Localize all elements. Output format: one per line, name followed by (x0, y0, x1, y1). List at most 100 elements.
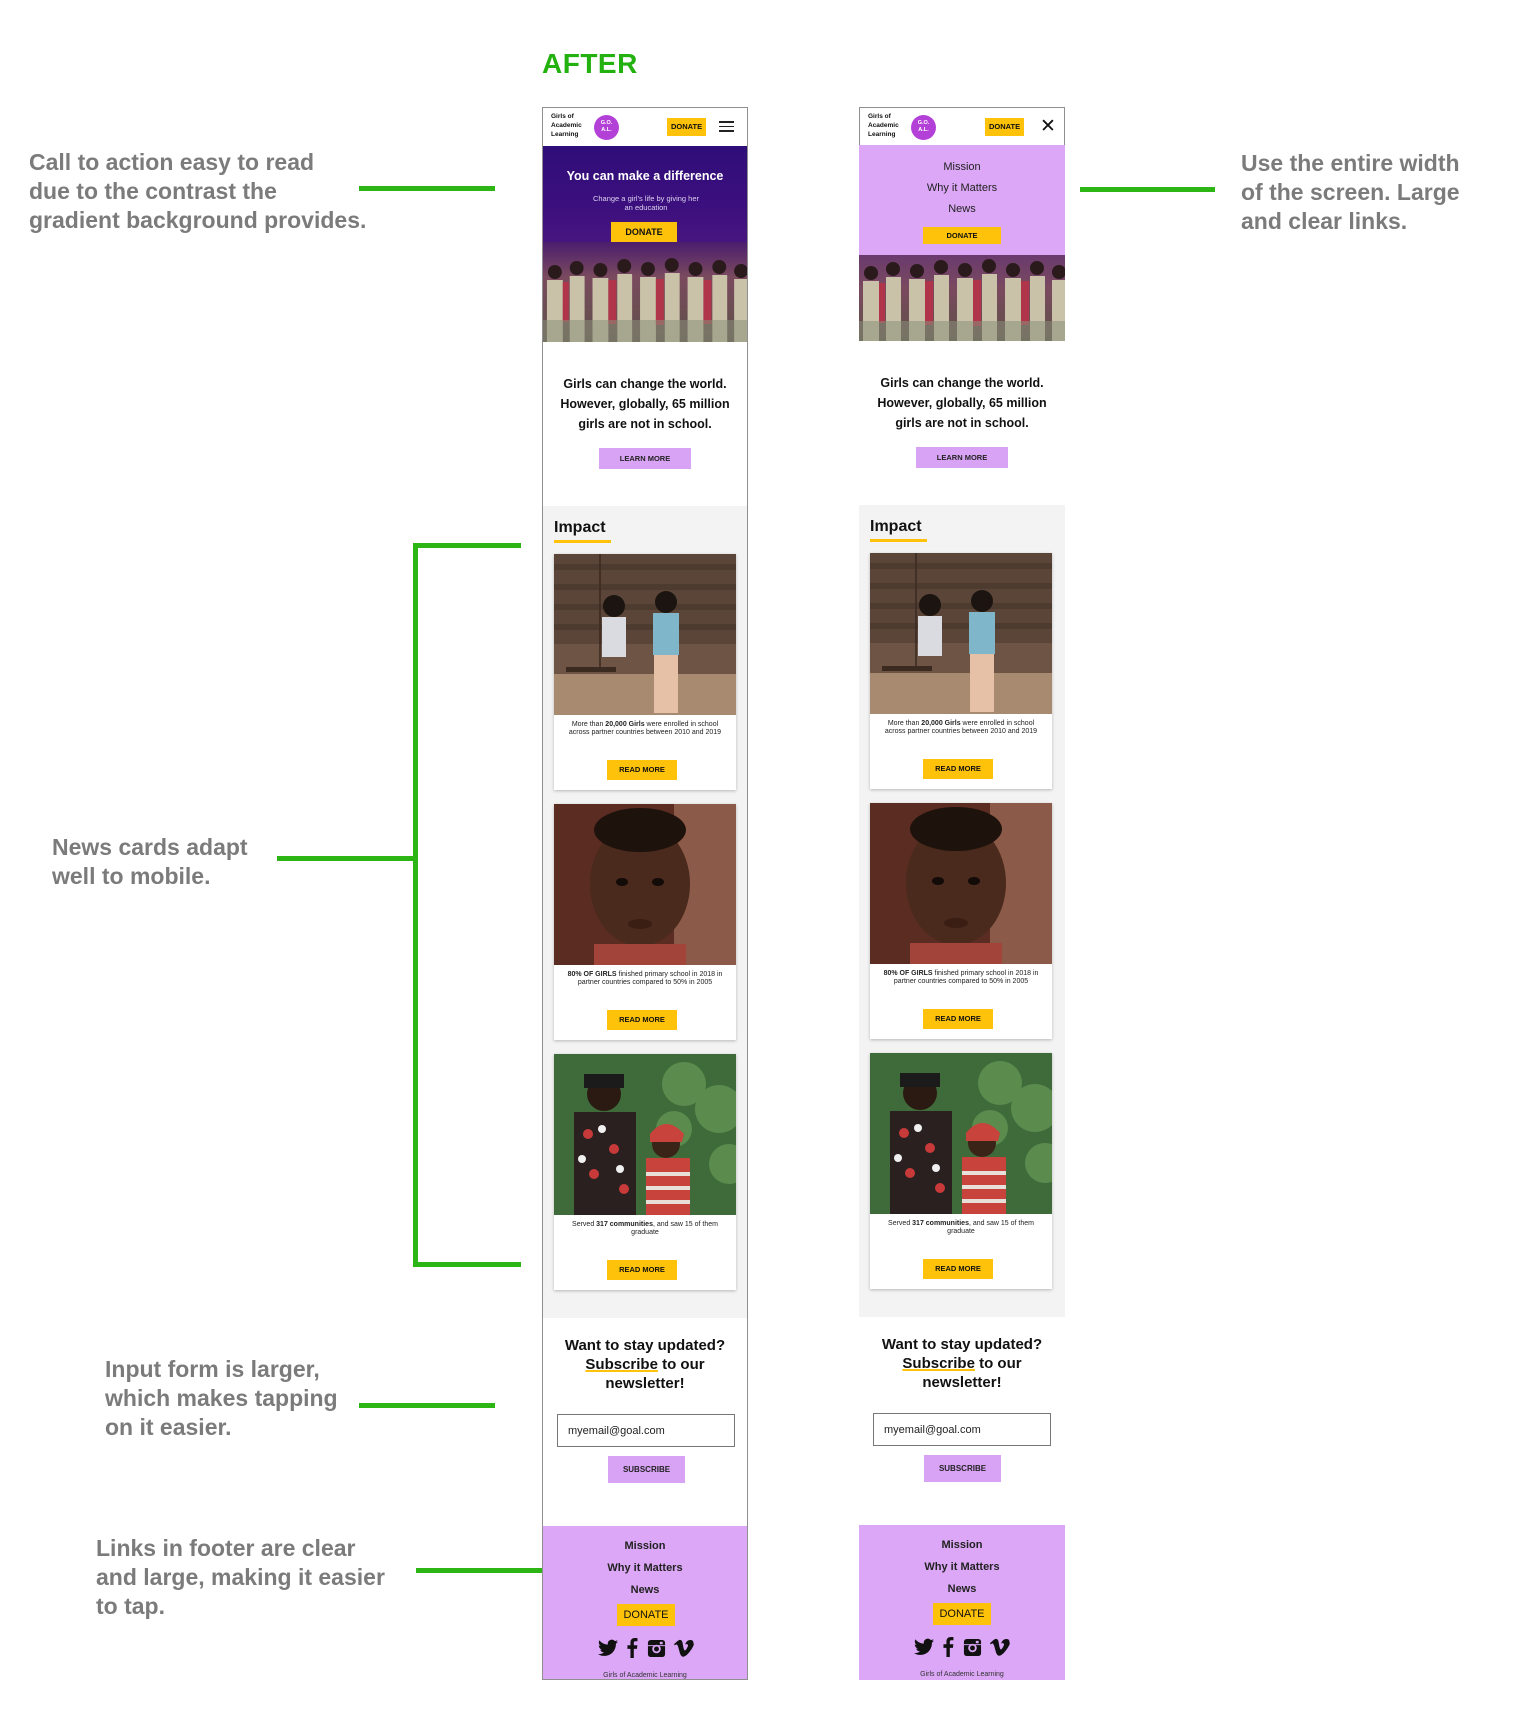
news-card-image-girl-portrait (554, 804, 736, 965)
annotation-cta: Call to action easy to read due to the c… (29, 149, 367, 233)
site-footer: Mission Why it Matters News DONATE Girls… (543, 1526, 747, 1679)
vimeo-icon[interactable] (673, 1639, 694, 1657)
news-card-text: 80% OF GIRLS finished primary school in … (883, 970, 1039, 985)
bracket-news-top (413, 543, 521, 548)
bracket-news-bottom (413, 1262, 521, 1267)
annotation-footer-links: Links in footer are clear and large, mak… (96, 1535, 385, 1619)
logo-badge[interactable]: G.O. A.L. (911, 115, 936, 140)
twitter-icon[interactable] (914, 1638, 934, 1656)
subscribe-word: Subscribe (585, 1356, 658, 1373)
mission-line-2: However, globally, 65 million (560, 397, 730, 411)
footer-link-mission[interactable]: Mission (543, 1540, 747, 1552)
mission-line-3: girls are not in school. (895, 416, 1029, 430)
news-card-text: 80% OF GIRLS finished primary school in … (567, 971, 723, 986)
read-more-button[interactable]: READ MORE (923, 759, 993, 779)
after-heading: AFTER (542, 48, 638, 79)
news-card-text: More than 20,000 Girls were enrolled in … (568, 721, 722, 736)
annotation-menu-width: Use the entire width of the screen. Larg… (1241, 150, 1460, 234)
footer-donate-button[interactable]: DONATE (933, 1603, 991, 1625)
header-donate-button[interactable]: DONATE (985, 118, 1025, 136)
footer-link-mission[interactable]: Mission (859, 1539, 1065, 1551)
hero-crowd-image (543, 242, 747, 342)
impact-underline (554, 540, 611, 543)
connector-line-menu (1080, 187, 1215, 192)
connector-line-footer (416, 1568, 552, 1573)
mobile-screen-menu-open: Girls of Academic Learning G.O. A.L. DON… (859, 107, 1065, 1680)
footer-link-news[interactable]: News (543, 1584, 747, 1596)
twitter-icon[interactable] (598, 1639, 618, 1657)
read-more-button[interactable]: READ MORE (923, 1259, 993, 1279)
mission-section: Girls can change the world. However, glo… (859, 373, 1065, 468)
annotation-news-cards: News cards adapt well to mobile. (52, 834, 248, 889)
footer-link-why-it-matters[interactable]: Why it Matters (859, 1561, 1065, 1573)
subscribe-word: Subscribe (902, 1355, 975, 1372)
news-card: More than 20,000 Girls were enrolled in … (554, 554, 736, 790)
connector-line-news (277, 856, 415, 861)
vimeo-icon[interactable] (989, 1638, 1010, 1656)
mission-line-3: girls are not in school. (578, 417, 712, 431)
read-more-button[interactable]: READ MORE (607, 1260, 677, 1280)
learn-more-button[interactable]: LEARN MORE (599, 448, 691, 469)
newsletter-line-1: Want to stay updated? (564, 1337, 726, 1354)
social-links (914, 1635, 1010, 1659)
hero-title: You can make a difference (566, 169, 724, 183)
menu-item-why-it-matters[interactable]: Why it Matters (859, 182, 1065, 194)
news-card: 80% OF GIRLS finished primary school in … (870, 803, 1052, 1039)
subscribe-button[interactable]: SUBSCRIBE (924, 1455, 1001, 1482)
annotation-input-form: Input form is larger, which makes tappin… (105, 1356, 338, 1440)
newsletter-section: Want to stay updated? Subscribe to our n… (859, 1335, 1065, 1482)
news-card-text: More than 20,000 Girls were enrolled in … (884, 720, 1038, 735)
subscribe-button[interactable]: SUBSCRIBE (608, 1456, 685, 1483)
learn-more-button[interactable]: LEARN MORE (916, 447, 1008, 468)
impact-heading: Impact (870, 518, 922, 535)
header-donate-button[interactable]: DONATE (667, 118, 707, 136)
hamburger-menu-icon[interactable] (719, 121, 734, 132)
email-input[interactable] (873, 1413, 1051, 1446)
email-input[interactable] (557, 1414, 735, 1447)
impact-section: Impact More than 20,000 Girls were enrol… (859, 505, 1065, 1317)
mobile-screen-menu-closed: Girls of Academic Learning G.O. A.L. DON… (542, 107, 748, 1680)
newsletter-line-2: Subscribe to our (902, 1355, 1022, 1372)
read-more-button[interactable]: READ MORE (607, 1010, 677, 1030)
connector-line-cta (359, 186, 495, 191)
read-more-button[interactable]: READ MORE (607, 760, 677, 780)
instagram-icon[interactable] (647, 1639, 666, 1658)
news-card-image-two-girls (870, 1053, 1052, 1214)
nav-menu-panel: Mission Why it Matters News DONATE (859, 145, 1065, 255)
site-header: Girls of Academic Learning G.O. A.L. DON… (859, 107, 1065, 145)
newsletter-line-3: newsletter! (922, 1374, 1002, 1391)
impact-underline (870, 539, 927, 542)
menu-donate-button[interactable]: DONATE (923, 227, 1001, 244)
impact-section: Impact More than 20,000 Girls were enrol… (543, 506, 747, 1318)
news-card-image-two-girls (554, 1054, 736, 1215)
footer-link-why-it-matters[interactable]: Why it Matters (543, 1562, 747, 1574)
facebook-icon[interactable] (942, 1637, 954, 1657)
newsletter-line-1: Want to stay updated? (881, 1336, 1043, 1353)
close-menu-icon[interactable]: ✕ (1040, 117, 1056, 136)
hero-subtitle: Change a girl's life by giving her an ed… (592, 194, 700, 212)
news-card-text: Served 317 communities, and saw 15 of th… (572, 1221, 718, 1236)
logo-text[interactable]: Girls of Academic Learning (551, 112, 582, 139)
menu-item-news[interactable]: News (859, 203, 1065, 215)
newsletter-line-2: Subscribe to our (585, 1356, 705, 1373)
read-more-button[interactable]: READ MORE (923, 1009, 993, 1029)
instagram-icon[interactable] (963, 1638, 982, 1657)
logo-text[interactable]: Girls of Academic Learning (868, 112, 899, 139)
footer-link-news[interactable]: News (859, 1583, 1065, 1595)
newsletter-section: Want to stay updated? Subscribe to our n… (543, 1336, 747, 1483)
bracket-news-vertical (413, 543, 418, 1267)
news-card-image-girl-portrait (870, 803, 1052, 964)
facebook-icon[interactable] (626, 1638, 638, 1658)
footer-copyright: Girls of Academic Learning (920, 1671, 1004, 1678)
logo-badge[interactable]: G.O. A.L. (594, 115, 619, 140)
mission-line-1: Girls can change the world. (880, 376, 1044, 390)
footer-donate-button[interactable]: DONATE (617, 1604, 675, 1626)
site-footer: Mission Why it Matters News DONATE Girls… (859, 1525, 1065, 1680)
hero-section: You can make a difference Change a girl'… (543, 146, 747, 342)
hero-donate-button[interactable]: DONATE (611, 222, 677, 242)
impact-heading: Impact (554, 519, 606, 536)
mission-line-1: Girls can change the world. (563, 377, 727, 391)
menu-item-mission[interactable]: Mission (859, 161, 1065, 173)
mission-line-2: However, globally, 65 million (877, 396, 1047, 410)
news-card: 80% OF GIRLS finished primary school in … (554, 804, 736, 1040)
